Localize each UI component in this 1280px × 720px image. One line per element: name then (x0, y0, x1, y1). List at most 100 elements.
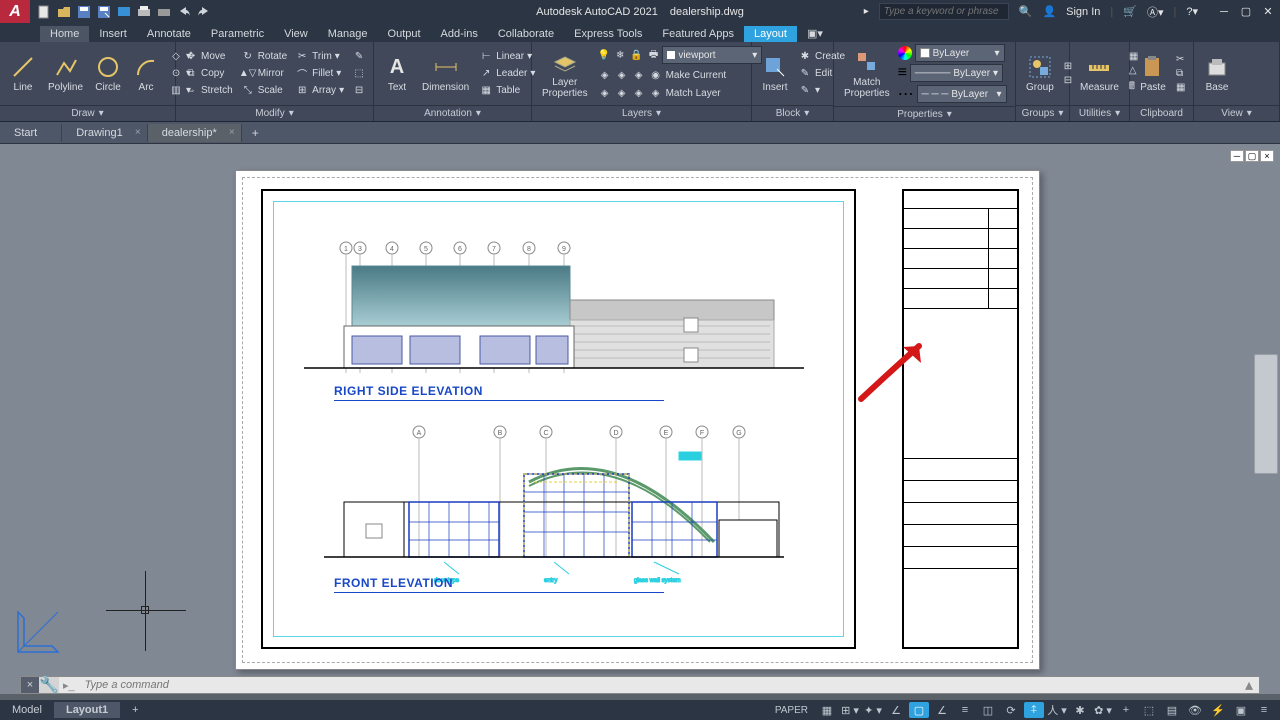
layer-properties-button[interactable]: Layer Properties (538, 47, 592, 101)
paste-button[interactable]: Paste (1136, 52, 1170, 95)
layer-iso-icon[interactable]: 💡 (596, 46, 612, 65)
lineweight-dropdown[interactable]: ─────ByLayer▾ (910, 64, 1003, 82)
tab-manage[interactable]: Manage (318, 26, 378, 42)
space-indicator[interactable]: PAPER (775, 705, 808, 716)
panel-title-view[interactable]: View ▾ (1194, 105, 1279, 121)
fillet-button[interactable]: ⌒Fillet ▾ (293, 66, 346, 82)
tab-home[interactable]: Home (40, 26, 89, 42)
measure-button[interactable]: Measure (1076, 52, 1123, 95)
modify-c[interactable]: ⊟ (350, 83, 368, 99)
table-button[interactable]: ▦Table (477, 83, 537, 99)
arc-button[interactable]: Arc (129, 52, 163, 95)
transparency-toggle[interactable]: ◫ (978, 702, 998, 718)
layer-dropdown[interactable]: viewport▾ (662, 46, 762, 64)
close-icon[interactable]: × (229, 127, 235, 138)
minimize-button[interactable]: ─ (1216, 5, 1232, 19)
linetype-icon[interactable]: ⋯ (898, 84, 914, 104)
drawing-canvas[interactable]: ─ ▢ × 1 3 4 5 6 7 8 9 (0, 144, 1280, 694)
cmdline-expand[interactable]: ▴ (1239, 675, 1259, 695)
polar-toggle[interactable]: ∠ (886, 702, 906, 718)
layer-freeze-icon[interactable]: ❄ (614, 46, 626, 65)
text-button[interactable]: AText (380, 52, 414, 95)
match-properties-button[interactable]: Match Properties (840, 47, 894, 101)
quick-properties[interactable]: ▤ (1162, 702, 1182, 718)
panel-title-groups[interactable]: Groups ▾ (1016, 105, 1069, 121)
annotation-scale[interactable]: ⍏ (1024, 702, 1044, 718)
help-icon[interactable]: ?▾ (1186, 5, 1198, 18)
customization[interactable]: ≡ (1254, 702, 1274, 718)
leader-button[interactable]: ↗Leader ▾ (477, 66, 537, 82)
rotate-button[interactable]: ↻Rotate (239, 49, 289, 65)
navigation-bar[interactable] (1254, 354, 1278, 474)
cmdline-customize-icon[interactable]: 🔧 (39, 677, 59, 693)
tab-layout[interactable]: Layout (744, 26, 797, 42)
layout1-tab[interactable]: Layout1 (54, 702, 120, 718)
undo-icon[interactable] (176, 4, 192, 20)
model-viewport[interactable]: 1 3 4 5 6 7 8 9 (273, 201, 844, 637)
tab-insert[interactable]: Insert (89, 26, 137, 42)
panel-title-block[interactable]: Block ▾ (752, 105, 833, 121)
doctab-dealership[interactable]: dealership*× (148, 124, 242, 142)
tab-addins[interactable]: Add-ins (431, 26, 488, 42)
add-layout-tab[interactable]: + (120, 702, 150, 718)
scale-button[interactable]: ⤡Scale (239, 83, 289, 99)
web-icon[interactable] (116, 4, 132, 20)
close-icon[interactable]: × (135, 127, 141, 138)
osnap-toggle[interactable]: ▢ (909, 702, 929, 718)
color-dropdown[interactable]: ByLayer▾ (915, 44, 1005, 62)
tab-extra[interactable]: ▣▾ (797, 25, 833, 42)
mirror-button[interactable]: ▲▽Mirror (239, 66, 289, 82)
vp-minimize[interactable]: ─ (1230, 150, 1244, 162)
close-button[interactable]: ✕ (1260, 5, 1276, 19)
isolate-objects[interactable]: 👁 (1185, 702, 1205, 718)
trim-button[interactable]: ✂Trim ▾ (293, 49, 346, 65)
tab-parametric[interactable]: Parametric (201, 26, 274, 42)
doctab-drawing1[interactable]: Drawing1× (62, 124, 147, 142)
cmdline-close[interactable]: × (21, 677, 39, 693)
modify-b[interactable]: ⬚ (350, 66, 368, 82)
app-logo[interactable]: A (0, 0, 30, 23)
units-toggle[interactable]: ⬚ (1139, 702, 1159, 718)
clean-screen[interactable]: ▣ (1231, 702, 1251, 718)
panel-title-props[interactable]: Properties ▾ (834, 106, 1015, 121)
autodesk-icon[interactable]: Ⓐ▾ (1147, 4, 1164, 20)
maximize-button[interactable]: ▢ (1238, 5, 1254, 19)
circle-button[interactable]: Circle (91, 52, 125, 95)
search-icon[interactable]: 🔍 (1019, 5, 1033, 18)
command-input[interactable] (79, 677, 1239, 693)
redo-icon[interactable] (196, 4, 212, 20)
tab-view[interactable]: View (274, 26, 318, 42)
tab-output[interactable]: Output (378, 26, 431, 42)
grid-toggle[interactable]: ▦ (817, 702, 837, 718)
panel-title-draw[interactable]: Draw ▾ (0, 105, 175, 121)
save-icon[interactable] (76, 4, 92, 20)
vp-restore[interactable]: ▢ (1245, 150, 1259, 162)
annotation-visibility[interactable]: ✱ (1070, 702, 1090, 718)
vp-close[interactable]: × (1260, 150, 1274, 162)
print-icon[interactable] (156, 4, 172, 20)
annotation-monitor[interactable]: + (1116, 702, 1136, 718)
user-icon[interactable]: 👤 (1042, 5, 1056, 18)
cut-icon[interactable]: ✂ (1174, 53, 1187, 66)
group-button[interactable]: Group (1022, 52, 1058, 95)
share-icon[interactable]: ▸ (864, 6, 869, 17)
lineweight-icon[interactable]: ≡ (898, 64, 907, 82)
tab-express[interactable]: Express Tools (564, 26, 652, 42)
workspace-switch[interactable]: ✿ ▾ (1093, 702, 1113, 718)
open-icon[interactable] (56, 4, 72, 20)
hardware-accel[interactable]: ⚡ (1208, 702, 1228, 718)
tab-annotate[interactable]: Annotate (137, 26, 201, 42)
model-tab[interactable]: Model (0, 702, 54, 718)
panel-title-annot[interactable]: Annotation ▾ (374, 105, 531, 121)
tab-featured[interactable]: Featured Apps (652, 26, 744, 42)
linetype-dropdown[interactable]: ─ ─ ─ByLayer▾ (917, 85, 1007, 103)
panel-title-layers[interactable]: Layers ▾ (532, 105, 751, 121)
base-button[interactable]: Base (1200, 52, 1234, 95)
new-icon[interactable] (36, 4, 52, 20)
lineweight-toggle[interactable]: ≡ (955, 702, 975, 718)
stretch-button[interactable]: ⇔Stretch (182, 83, 235, 99)
copy2-icon[interactable]: ⧉ (1174, 67, 1187, 80)
array-button[interactable]: ⊞Array ▾ (293, 83, 346, 99)
modify-a[interactable]: ✎ (350, 49, 368, 65)
insert-button[interactable]: Insert (758, 52, 792, 95)
